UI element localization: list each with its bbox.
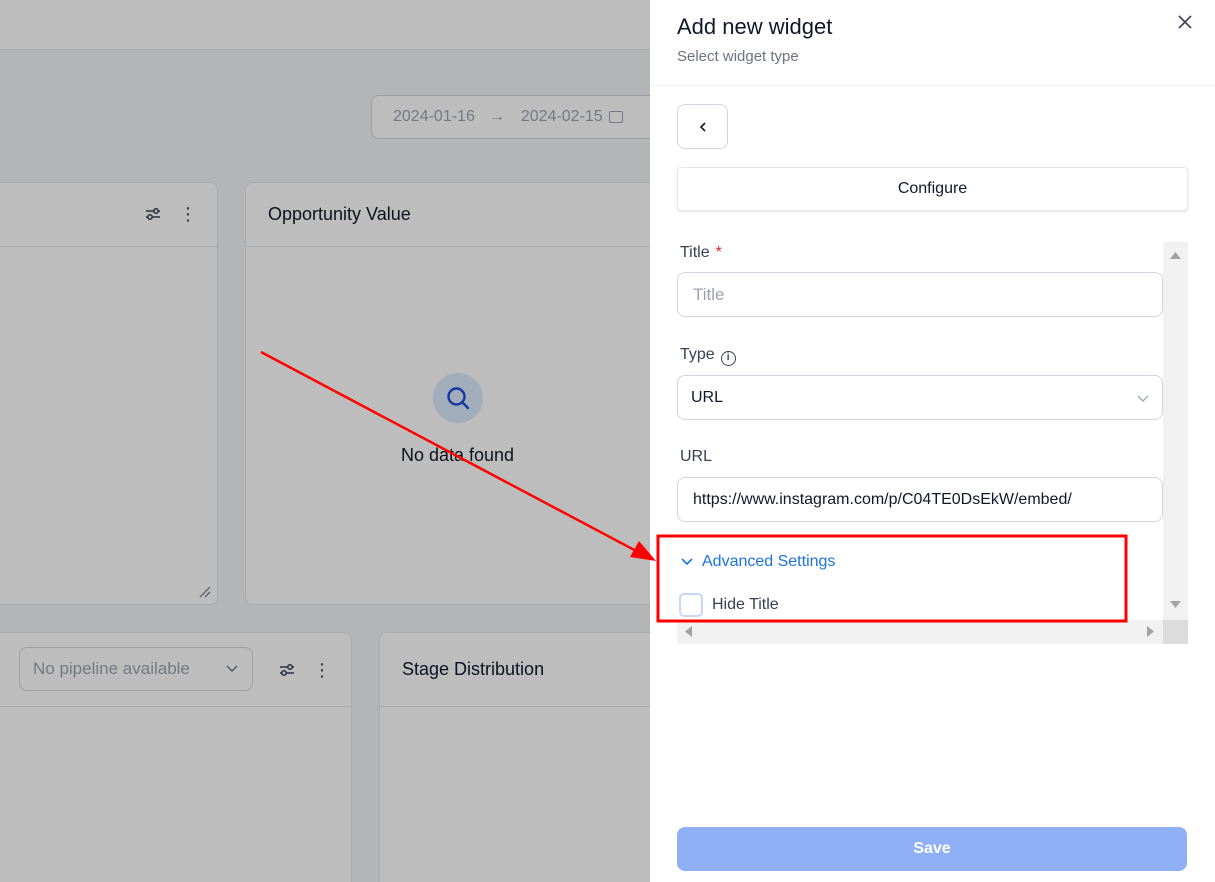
close-icon[interactable] bbox=[1175, 12, 1195, 32]
modal-overlay[interactable] bbox=[0, 0, 650, 882]
info-icon[interactable]: i bbox=[720, 351, 736, 366]
save-button[interactable]: Save bbox=[677, 827, 1187, 871]
type-label: Type i bbox=[680, 346, 736, 366]
scroll-down-arrow-icon[interactable] bbox=[1170, 601, 1181, 608]
url-label: URL bbox=[680, 448, 713, 465]
hide-title-label: Hide Title bbox=[712, 596, 779, 613]
drawer-subtitle: Select widget type bbox=[677, 48, 799, 65]
type-select-value: URL bbox=[691, 388, 724, 406]
add-widget-drawer: Add new widget Select widget type Config… bbox=[650, 0, 1215, 882]
drawer-title: Add new widget bbox=[677, 14, 833, 39]
back-button[interactable] bbox=[677, 104, 728, 149]
form-scroll-area[interactable]: Title * Title Type i URL URL https://www.i… bbox=[677, 242, 1188, 644]
scroll-left-arrow-icon[interactable] bbox=[685, 626, 692, 637]
required-mark: * bbox=[715, 244, 722, 261]
advanced-settings-toggle[interactable]: Advanced Settings bbox=[680, 553, 835, 571]
type-select[interactable]: URL bbox=[677, 375, 1163, 420]
title-label: Title * bbox=[680, 244, 722, 262]
scrollbar-corner bbox=[1163, 620, 1188, 644]
scroll-up-arrow-icon[interactable] bbox=[1170, 252, 1181, 259]
chevron-down-icon bbox=[1137, 395, 1149, 402]
url-input[interactable]: https://www.instagram.com/p/C04TE0DsEkW/… bbox=[677, 477, 1163, 522]
hide-title-option: Hide Title bbox=[679, 593, 779, 617]
chevron-left-icon bbox=[699, 121, 706, 132]
drawer-header: Add new widget Select widget type bbox=[650, 0, 1215, 86]
title-label-text: Title bbox=[680, 244, 710, 261]
scroll-right-arrow-icon[interactable] bbox=[1147, 626, 1154, 637]
advanced-settings-label: Advanced Settings bbox=[702, 553, 836, 570]
hide-title-checkbox[interactable] bbox=[679, 593, 703, 617]
chevron-down-icon bbox=[681, 558, 693, 566]
tab-configure[interactable]: Configure bbox=[677, 167, 1188, 211]
title-input[interactable]: Title bbox=[677, 272, 1163, 317]
type-label-text: Type bbox=[680, 346, 715, 363]
horizontal-scrollbar[interactable] bbox=[677, 620, 1188, 644]
vertical-scrollbar[interactable] bbox=[1163, 242, 1188, 620]
